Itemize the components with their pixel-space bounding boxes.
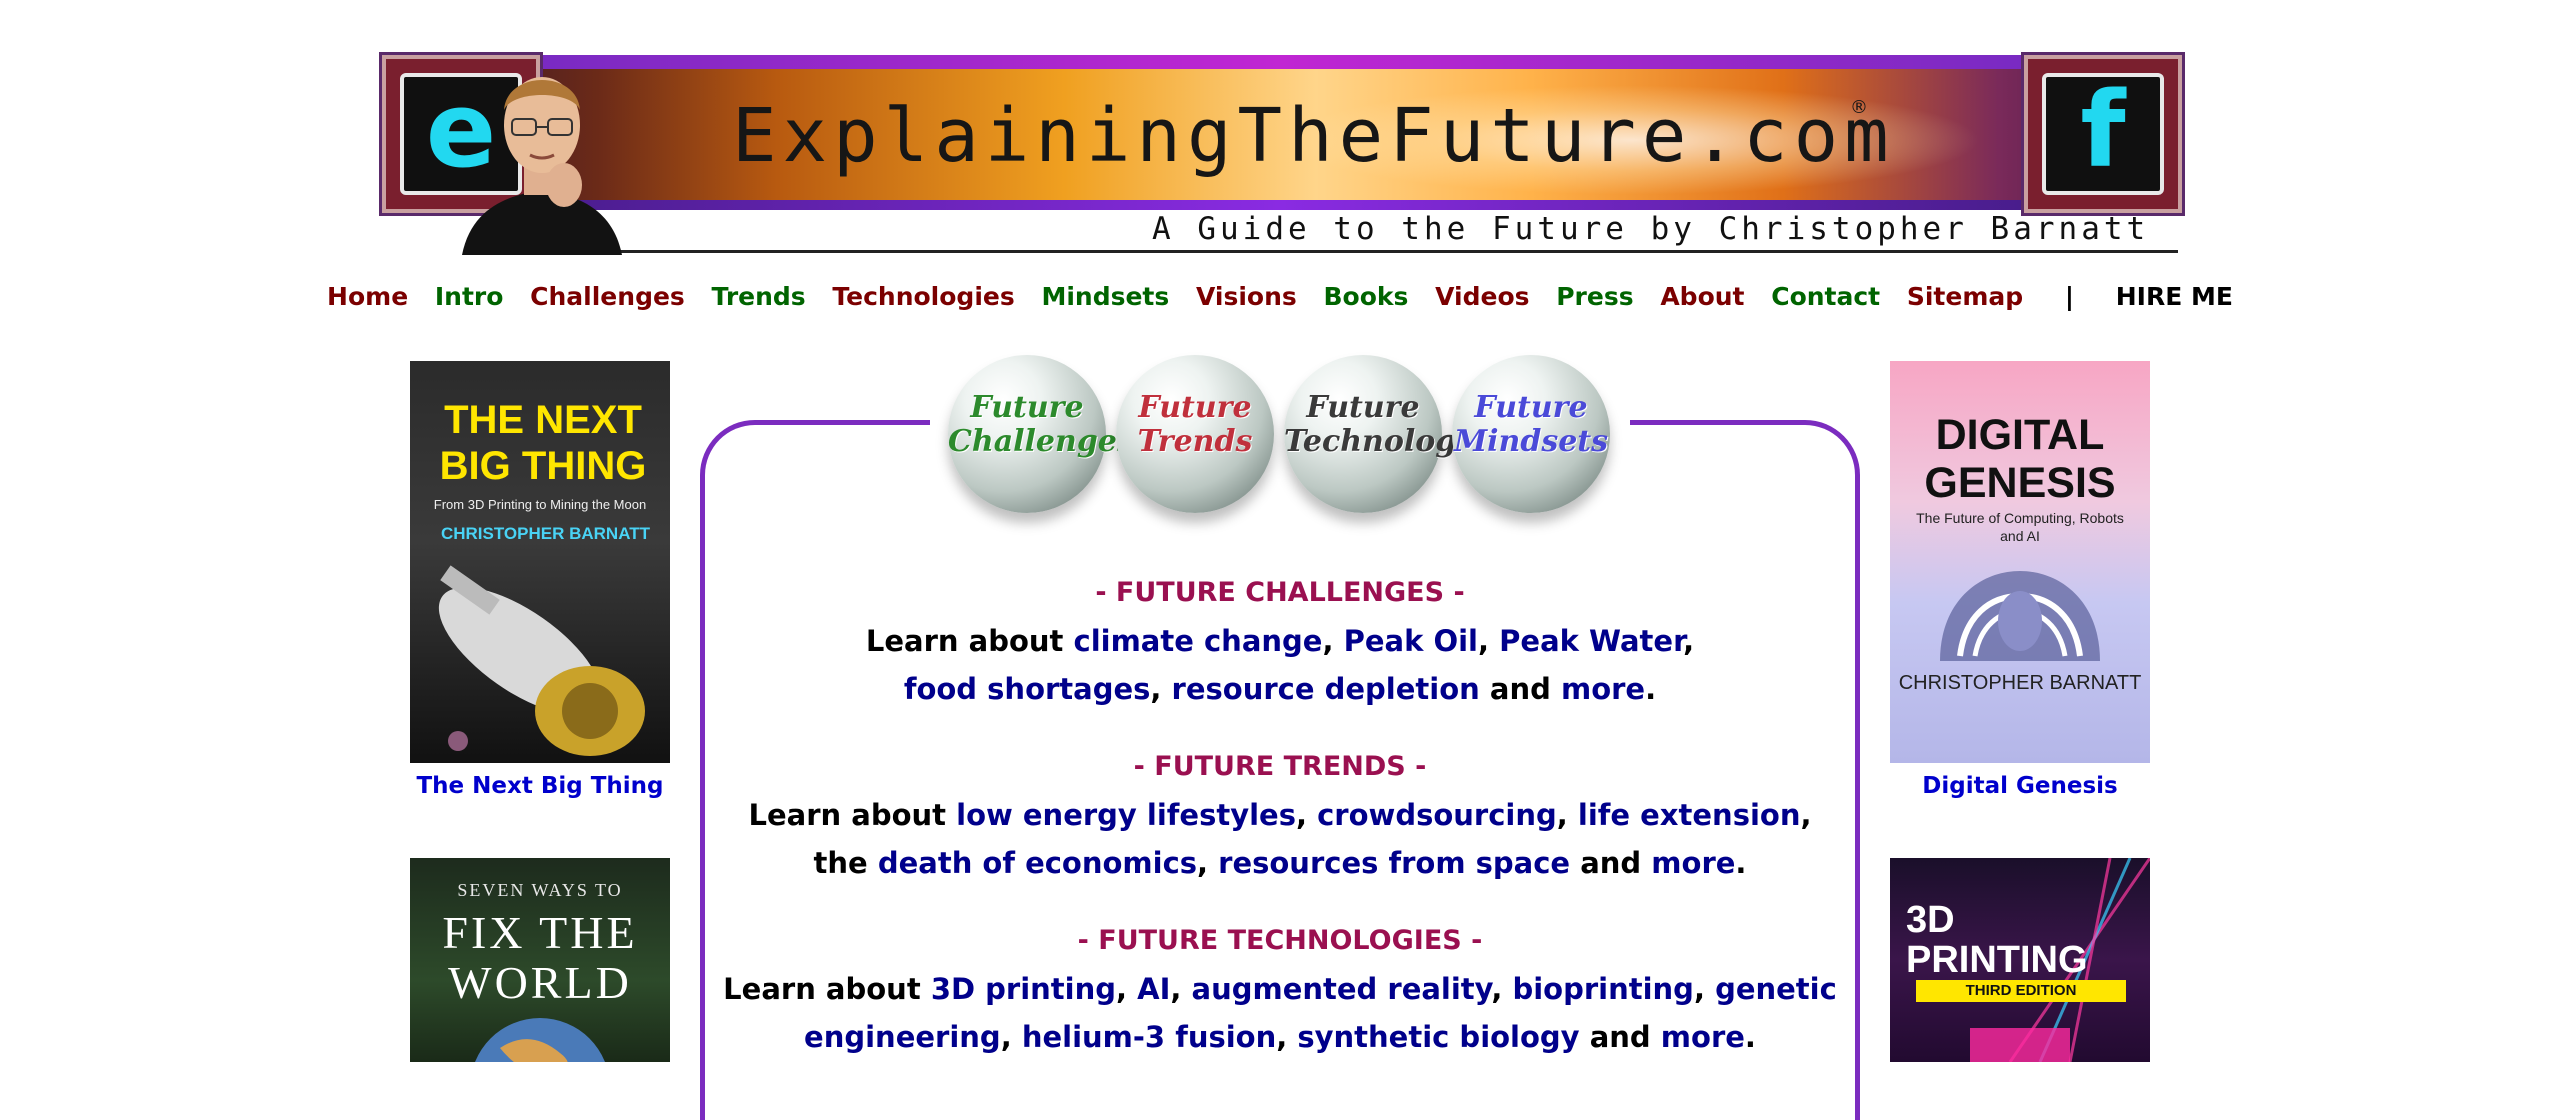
section-line: food shortages, resource depletion and m…: [903, 672, 1657, 706]
sphere-label: Future Challenges: [948, 390, 1134, 459]
section-line: Learn about climate change, Peak Oil, Pe…: [865, 624, 1695, 658]
book-cover-author: CHRISTOPHER BARNATT: [440, 524, 650, 543]
book-cover-author: CHRISTOPHER BARNATT: [1898, 672, 2142, 694]
section-heading: - FUTURE TECHNOLOGIES -: [1077, 925, 1483, 956]
link-ai[interactable]: AI: [1137, 972, 1170, 1006]
and-text: and: [1580, 846, 1642, 880]
link-augmented-reality[interactable]: augmented reality: [1192, 972, 1492, 1006]
book-cover-digital-genesis[interactable]: DIGITAL GENESIS The Future of Computing,…: [1890, 361, 2150, 763]
nav-mindsets[interactable]: Mindsets: [1041, 282, 1169, 311]
nav-separator: |: [2064, 282, 2075, 311]
site-subtitle: A Guide to the Future by Christopher Bar…: [1152, 211, 2150, 247]
book-cover-edition: THIRD EDITION: [1916, 980, 2126, 1002]
section-future-challenges: - FUTURE CHALLENGES - Learn about climat…: [705, 569, 1855, 713]
link-synthetic-biology[interactable]: synthetic biology: [1297, 1020, 1579, 1054]
book-cover-title: FIX THE WORLD: [442, 907, 638, 1008]
section-heading: - FUTURE CHALLENGES -: [1095, 577, 1465, 608]
book-cover-small-title: SEVEN WAYS TO: [457, 880, 623, 900]
book-cover-subtitle: From 3D Printing to Mining the Moon: [433, 497, 647, 512]
book-cover-3d-printing[interactable]: 3D PRINTING THIRD EDITION: [1890, 858, 2150, 1062]
nav-home[interactable]: Home: [327, 282, 408, 311]
link-resource-depletion[interactable]: resource depletion: [1172, 672, 1480, 706]
link-more-challenges[interactable]: more: [1561, 672, 1645, 706]
link-death-of-economics[interactable]: death of economics: [878, 846, 1197, 880]
sphere-line1: Future: [1138, 390, 1252, 425]
spacecraft-illustration: [438, 565, 645, 756]
sphere-label: Future Trends: [1116, 391, 1274, 459]
nav-hire-me[interactable]: HIRE ME: [2116, 282, 2233, 311]
book-link-next-big-thing[interactable]: The Next Big Thing: [390, 773, 690, 799]
link-more-technologies[interactable]: more: [1661, 1020, 1745, 1054]
learn-about-text: Learn about: [723, 972, 921, 1006]
learn-about-text: Learn about: [865, 624, 1064, 658]
future-mindsets-sphere[interactable]: Future Mindsets: [1452, 355, 1610, 513]
nav-technologies[interactable]: Technologies: [832, 282, 1014, 311]
future-challenges-sphere[interactable]: Future Challenges: [948, 355, 1134, 513]
book-cover-fix-the-world[interactable]: SEVEN WAYS TO FIX THE WORLD: [410, 858, 670, 1062]
link-low-energy-lifestyles[interactable]: low energy lifestyles: [956, 798, 1296, 832]
globe-illustration: [475, 1018, 605, 1062]
section-line: the death of economics, resources from s…: [813, 846, 1747, 880]
facebook-logo-letter: f: [2080, 69, 2126, 191]
future-technologies-sphere[interactable]: Future Technologies: [1284, 355, 1504, 513]
sphere-line2: Trends: [1137, 424, 1253, 459]
nav-challenges[interactable]: Challenges: [530, 282, 685, 311]
site-banner[interactable]: ExplainingTheFuture.com ® A Guide to the…: [382, 55, 2182, 255]
nav-trends[interactable]: Trends: [712, 282, 806, 311]
nav-visions[interactable]: Visions: [1196, 282, 1297, 311]
main-nav: Home Intro Challenges Trends Technologie…: [0, 282, 2560, 311]
sphere-line1: Future: [970, 390, 1084, 425]
facebook-icon[interactable]: f: [2024, 55, 2182, 213]
future-trends-sphere[interactable]: Future Trends: [1116, 355, 1274, 513]
site-title: ExplainingTheFuture.com: [732, 93, 1895, 179]
nav-about[interactable]: About: [1660, 282, 1744, 311]
sphere-label: Future Mindsets: [1452, 391, 1610, 459]
nav-press[interactable]: Press: [1556, 282, 1633, 311]
section-heading: - FUTURE TRENDS -: [1133, 751, 1427, 782]
sphere-line2: Mindsets: [1453, 424, 1609, 459]
registered-mark: ®: [1850, 97, 1868, 118]
sphere-line1: Future: [1306, 390, 1420, 425]
facebook-logo-inner: f: [2042, 69, 2164, 195]
nav-books[interactable]: Books: [1323, 282, 1408, 311]
section-future-trends: - FUTURE TRENDS - Learn about low energy…: [705, 743, 1855, 887]
author-portrait: [462, 77, 622, 255]
section-future-technologies: - FUTURE TECHNOLOGIES - Learn about 3D p…: [705, 917, 1855, 1061]
link-climate-change[interactable]: climate change: [1074, 624, 1323, 658]
sphere-line1: Future: [1474, 390, 1588, 425]
book-cover-title: DIGITAL GENESIS: [1924, 411, 2116, 507]
link-genetic-engineering[interactable]: genetic: [1715, 972, 1837, 1006]
learn-about-text: Learn about: [748, 798, 947, 832]
link-3d-printing[interactable]: 3D printing: [931, 972, 1116, 1006]
link-resources-from-space[interactable]: resources from space: [1218, 846, 1570, 880]
link-helium-3-fusion[interactable]: helium-3 fusion: [1022, 1020, 1276, 1054]
book-cover-subtitle: The Future of Computing, Robots and AI: [1916, 510, 2124, 544]
section-line: Learn about 3D printing, AI, augmented r…: [723, 972, 1837, 1006]
nav-contact[interactable]: Contact: [1771, 282, 1880, 311]
nav-sitemap[interactable]: Sitemap: [1907, 282, 2023, 311]
book-cover-title: THE NEXT BIG THING: [439, 398, 647, 488]
link-more-trends[interactable]: more: [1651, 846, 1735, 880]
book-link-digital-genesis[interactable]: Digital Genesis: [1870, 773, 2170, 799]
nav-intro[interactable]: Intro: [435, 282, 504, 311]
book-cover-title: 3D PRINTING: [1906, 899, 2088, 981]
nav-videos[interactable]: Videos: [1435, 282, 1529, 311]
and-text: and: [1589, 1020, 1651, 1054]
the-text: the: [813, 846, 868, 880]
link-food-shortages[interactable]: food shortages: [904, 672, 1151, 706]
link-life-extension[interactable]: life extension: [1578, 798, 1801, 832]
section-line: Learn about low energy lifestyles, crowd…: [748, 798, 1812, 832]
book-cover-next-big-thing[interactable]: THE NEXT BIG THING From 3D Printing to M…: [410, 361, 670, 763]
link-bioprinting[interactable]: bioprinting: [1512, 972, 1693, 1006]
section-line: engineering, helium-3 fusion, synthetic …: [804, 1020, 1756, 1054]
link-peak-water[interactable]: Peak Water: [1499, 624, 1683, 658]
robot-illustration: [1940, 571, 2100, 661]
link-genetic-engineering-cont[interactable]: engineering: [804, 1020, 1001, 1054]
link-peak-oil[interactable]: Peak Oil: [1344, 624, 1478, 658]
link-crowdsourcing[interactable]: crowdsourcing: [1317, 798, 1557, 832]
sphere-label: Future Technologies: [1284, 390, 1504, 459]
and-text: and: [1489, 672, 1551, 706]
sphere-line2: Challenges: [948, 424, 1134, 459]
